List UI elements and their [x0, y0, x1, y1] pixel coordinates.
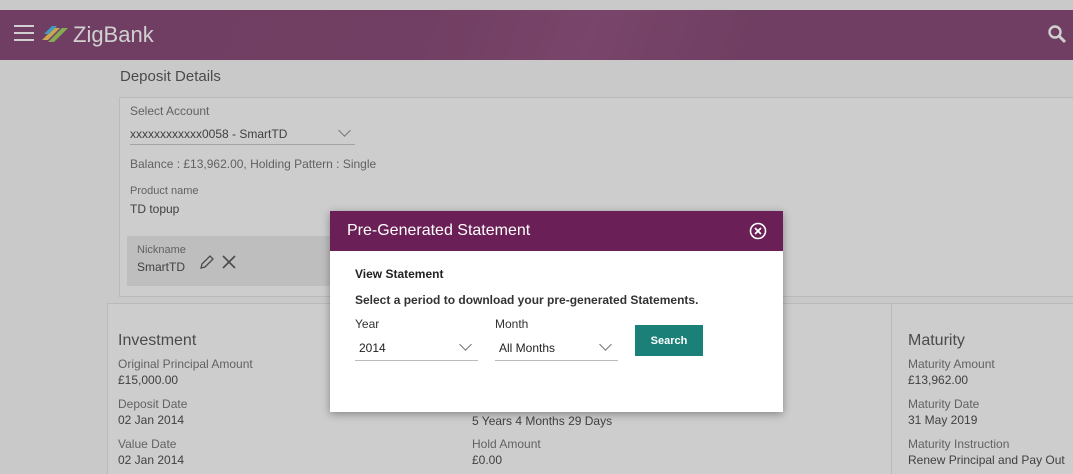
close-icon[interactable] [749, 222, 767, 240]
month-label: Month [495, 317, 529, 331]
search-button[interactable]: Search [635, 325, 703, 356]
year-select[interactable]: 2014 [355, 335, 478, 361]
year-label: Year [355, 317, 380, 331]
pre-generated-statement-modal: Pre-Generated Statement View Statement S… [330, 211, 783, 412]
chevron-down-icon [459, 338, 472, 351]
view-statement-heading: View Statement [355, 267, 444, 281]
year-select-value: 2014 [359, 341, 386, 355]
chevron-down-icon [599, 338, 612, 351]
month-select[interactable]: All Months [495, 335, 618, 361]
month-select-value: All Months [499, 341, 556, 355]
period-instruction: Select a period to download your pre-gen… [355, 293, 699, 307]
modal-title: Pre-Generated Statement [347, 222, 531, 239]
modal-header: Pre-Generated Statement [330, 211, 783, 251]
